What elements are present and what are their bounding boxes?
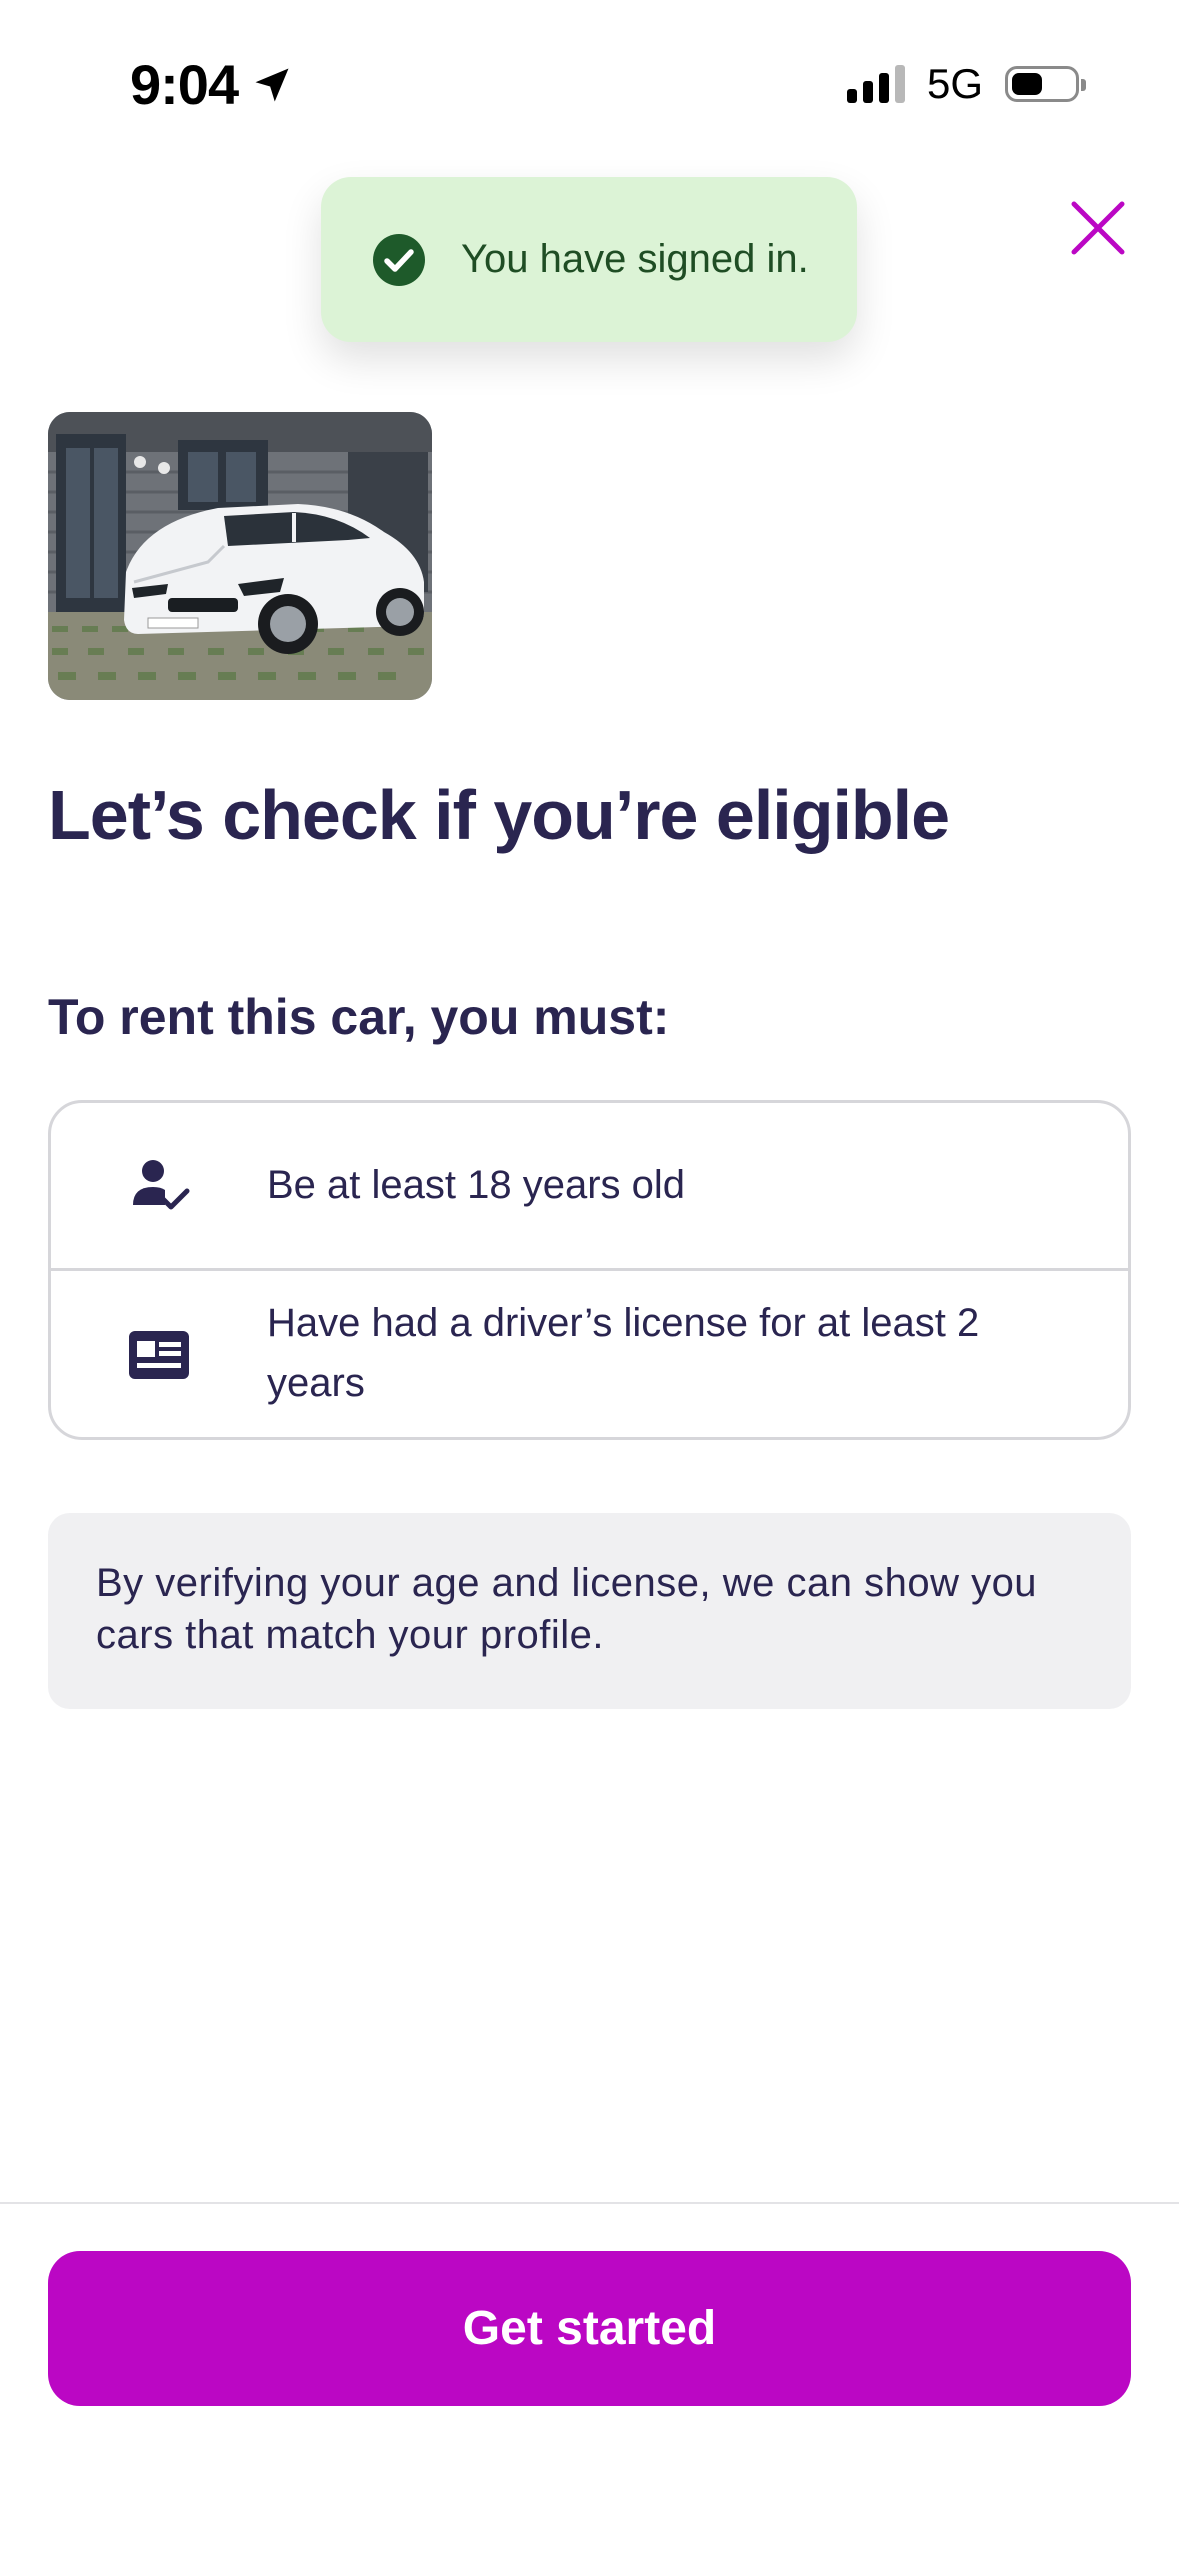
info-text: By verifying your age and license, we ca…: [96, 1561, 1038, 1657]
requirement-age: Be at least 18 years old: [51, 1103, 1128, 1271]
signed-in-toast: You have signed in.: [321, 177, 857, 342]
id-card-icon: [129, 1331, 189, 1379]
requirement-license-text: Have had a driver’s license for at least…: [267, 1301, 980, 1405]
car-photo: [48, 412, 432, 700]
requirement-age-text: Be at least 18 years old: [267, 1163, 686, 1207]
toast-message: You have signed in.: [461, 237, 809, 281]
cellular-signal-icon: [846, 65, 905, 103]
close-icon[interactable]: [1068, 198, 1128, 258]
battery-icon: [1005, 66, 1086, 102]
status-bar: 9:04 5G: [0, 0, 1179, 170]
status-indicators: 5G: [846, 60, 1086, 108]
status-time: 9:04: [130, 53, 239, 116]
info-box: By verifying your age and license, we ca…: [48, 1513, 1131, 1709]
network-type: 5G: [926, 60, 983, 107]
page-title: Let’s check if you’re eligible: [48, 776, 950, 854]
requirement-license: Have had a driver’s license for at least…: [51, 1271, 1128, 1437]
requirements-heading: To rent this car, you must:: [48, 989, 670, 1045]
get-started-button[interactable]: Get started: [48, 2251, 1131, 2406]
status-time-group: 9:04: [130, 52, 294, 117]
user-check-icon: [133, 1160, 190, 1210]
requirements-card: Be at least 18 years old Have had a driv…: [48, 1100, 1131, 1440]
location-arrow-icon: [255, 68, 289, 101]
check-circle-icon: [373, 233, 425, 286]
footer-divider: [0, 2202, 1179, 2204]
